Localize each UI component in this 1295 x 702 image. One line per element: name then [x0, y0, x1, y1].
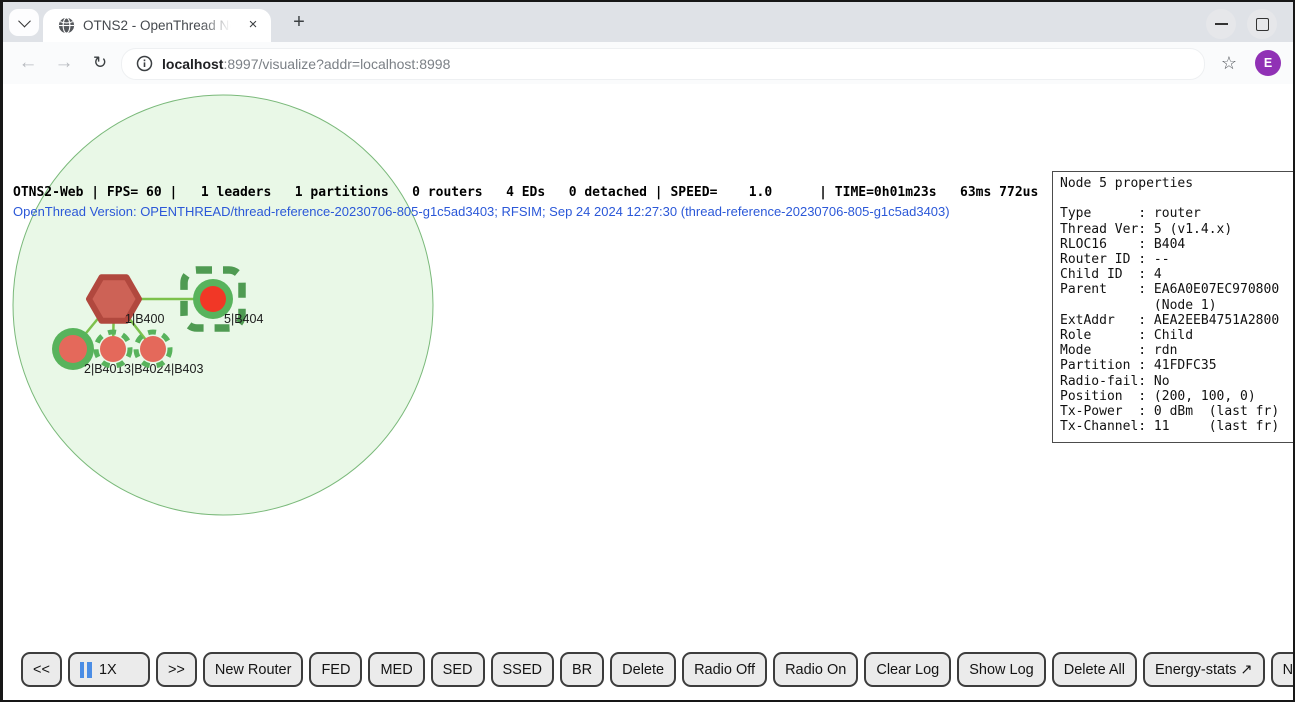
url-host: localhost — [162, 56, 223, 72]
fed-button[interactable]: FED — [309, 652, 362, 687]
close-tab-icon[interactable]: × — [244, 16, 262, 34]
speed-button[interactable]: 1X — [68, 652, 150, 687]
node-4[interactable] — [140, 336, 166, 362]
profile-avatar[interactable]: E — [1255, 50, 1281, 76]
forward-icon[interactable]: → — [51, 42, 77, 84]
tab-search-button[interactable] — [9, 9, 39, 36]
br-button[interactable]: BR — [560, 652, 604, 687]
window-maximize-button[interactable] — [1247, 9, 1277, 39]
rewind-button-label: << — [33, 662, 50, 678]
ssed-button-label: SSED — [503, 662, 543, 678]
browser-tab[interactable]: OTNS2 - OpenThread Ne × — [43, 9, 271, 42]
node-3[interactable] — [100, 336, 126, 362]
page-content: 1|B4002|B4013|B4024|B4035|B404 OTNS2-Web… — [3, 84, 1293, 700]
browser-toolbar: ← → ↻ localhost:8997/visualize?addr=loca… — [3, 42, 1293, 84]
tab-strip: OTNS2 - OpenThread Ne × + — [3, 2, 1293, 42]
delete-button-label: Delete — [622, 662, 664, 678]
url-path: :8997/visualize?addr=localhost:8998 — [223, 56, 450, 72]
openthread-version-line: OpenThread Version: OPENTHREAD/thread-re… — [13, 204, 950, 219]
radio-on-button-label: Radio On — [785, 662, 846, 678]
new-router-button-label: New Router — [215, 662, 292, 678]
tab-title-fade — [201, 11, 243, 41]
node-properties-text: Node 5 properties Type : router Thread V… — [1060, 176, 1286, 434]
fed-button-label: FED — [321, 662, 350, 678]
screenshot-frame: OTNS2 - OpenThread Ne × + ← → ↻ — [0, 0, 1295, 702]
energy-stats-button-label: Energy-stats ↗ — [1155, 662, 1253, 678]
url-text[interactable]: localhost:8997/visualize?addr=localhost:… — [162, 49, 450, 79]
maximize-icon — [1256, 18, 1269, 31]
node-5-label: 5|B404 — [224, 312, 263, 326]
simulation-status-bar: OTNS2-Web | FPS= 60 | 1 leaders 1 partit… — [13, 185, 1038, 200]
radio-off-button[interactable]: Radio Off — [682, 652, 767, 687]
bookmark-star-icon[interactable]: ☆ — [1221, 42, 1237, 84]
bottom-toolbar: << 1X >> New Router FED MED SED SSED BR Delete Rad… — [21, 652, 1293, 687]
delete-all-button[interactable]: Delete All — [1052, 652, 1137, 687]
node-1-label: 1|B400 — [125, 312, 164, 326]
br-button-label: BR — [572, 662, 592, 678]
window-minimize-button[interactable] — [1206, 9, 1236, 39]
energy-stats-button[interactable]: Energy-stats ↗ — [1143, 652, 1265, 687]
sed-button[interactable]: SED — [431, 652, 485, 687]
reload-icon[interactable]: ↻ — [87, 42, 113, 84]
clear-log-button-label: Clear Log — [876, 662, 939, 678]
new-router-button[interactable]: New Router — [203, 652, 304, 687]
delete-all-button-label: Delete All — [1064, 662, 1125, 678]
browser-window: OTNS2 - OpenThread Ne × + ← → ↻ — [3, 2, 1293, 700]
med-button[interactable]: MED — [368, 652, 424, 687]
address-bar[interactable]: localhost:8997/visualize?addr=localhost:… — [121, 48, 1205, 80]
radio-on-button[interactable]: Radio On — [773, 652, 858, 687]
node-stats-button-label: Node-stats ↗ — [1283, 662, 1293, 678]
globe-favicon-icon — [58, 17, 75, 34]
radio-off-button-label: Radio Off — [694, 662, 755, 678]
node-5[interactable] — [200, 286, 226, 312]
chevron-down-icon — [18, 15, 31, 28]
rewind-button[interactable]: << — [21, 652, 62, 687]
fast-forward-button[interactable]: >> — [156, 652, 197, 687]
node-2[interactable] — [59, 335, 87, 363]
show-log-button-label: Show Log — [969, 662, 1034, 678]
show-log-button[interactable]: Show Log — [957, 652, 1046, 687]
minimize-icon — [1215, 23, 1228, 25]
med-button-label: MED — [380, 662, 412, 678]
back-icon[interactable]: ← — [15, 42, 41, 84]
pause-icon — [80, 662, 92, 678]
clear-log-button[interactable]: Clear Log — [864, 652, 951, 687]
node-properties-panel: Node 5 properties Type : router Thread V… — [1052, 171, 1293, 443]
sed-button-label: SED — [443, 662, 473, 678]
node-4-label: 4|B403 — [164, 362, 203, 376]
ssed-button[interactable]: SSED — [491, 652, 555, 687]
new-tab-button[interactable]: + — [286, 10, 312, 36]
page-info-icon[interactable] — [136, 55, 153, 77]
fast-forward-button-label: >> — [168, 662, 185, 678]
delete-button[interactable]: Delete — [610, 652, 676, 687]
node-stats-button[interactable]: Node-stats ↗ — [1271, 652, 1293, 687]
speed-button-label: 1X — [99, 662, 117, 678]
